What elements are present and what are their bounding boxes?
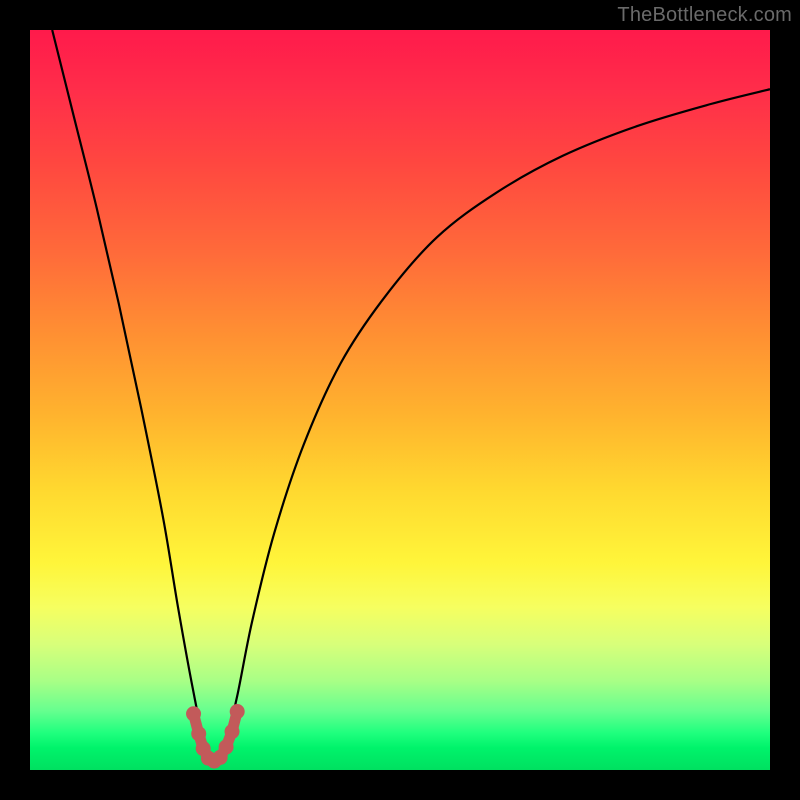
- marker-dots: [186, 704, 245, 769]
- marker-dot: [219, 740, 234, 755]
- marker-dot: [225, 724, 240, 739]
- marker-dot: [230, 704, 245, 719]
- chart-svg: [30, 30, 770, 770]
- watermark-text: TheBottleneck.com: [617, 4, 792, 27]
- chart-frame: [30, 30, 770, 770]
- marker-dot: [191, 726, 206, 741]
- bottleneck-curve-line: [52, 30, 770, 763]
- marker-dot: [186, 706, 201, 721]
